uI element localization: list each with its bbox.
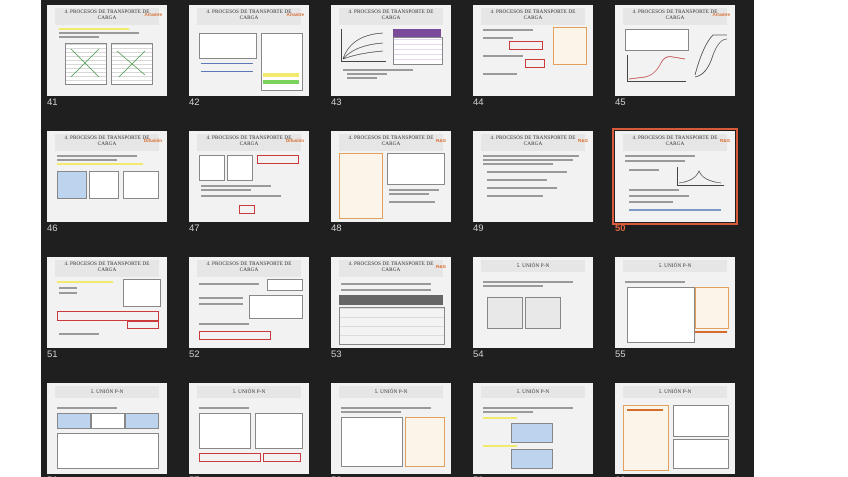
slide-number: 55 [615,349,626,360]
slide-tag: Difusión [286,138,304,143]
slide-tag: Arrastre [286,12,304,17]
slide-thumbnail-41[interactable]: 4. PROCESOS DE TRANSPORTE DE CARGA Arras… [47,5,167,96]
slide-title: 4. PROCESOS DE TRANSPORTE DE CARGA [197,8,301,25]
slide-title: 5. UNIÓN P-N [55,386,159,398]
slide-thumbnail-58[interactable]: 5. UNIÓN P-N [331,383,451,474]
slide-thumbnail-60[interactable]: 5. UNIÓN P-N [615,383,735,474]
slide-title: 4. PROCESOS DE TRANSPORTE DE CARGA [481,8,585,25]
slide-title: 5. UNIÓN P-N [623,386,727,398]
slide-tag: R&G [578,138,588,143]
slide-number: 51 [47,349,58,360]
slide-thumbnail-51[interactable]: 4. PROCESOS DE TRANSPORTE DE CARGA [47,257,167,348]
slide-thumbnail-48[interactable]: 4. PROCESOS DE TRANSPORTE DE CARGA R&G [331,131,451,222]
slide-thumbnail-46[interactable]: 4. PROCESOS DE TRANSPORTE DE CARGA Difus… [47,131,167,222]
slide-thumbnail-56[interactable]: 5. UNIÓN P-N [47,383,167,474]
slide-thumbnail-55[interactable]: 5. UNIÓN P-N [615,257,735,348]
slide-title: 4. PROCESOS DE TRANSPORTE DE CARGA [339,134,443,151]
slide-number: 49 [473,223,484,234]
slide-tag: R&G [436,138,446,143]
slide-thumbnail-45[interactable]: 4. PROCESOS DE TRANSPORTE DE CARGA Arras… [615,5,735,96]
slide-title: 5. UNIÓN P-N [339,386,443,398]
slide-number: 41 [47,97,58,108]
slide-title: 5. UNIÓN P-N [623,260,727,272]
slide-thumbnail-49[interactable]: 4. PROCESOS DE TRANSPORTE DE CARGA R&G [473,131,593,222]
slide-number: 48 [331,223,342,234]
slide-number: 47 [189,223,200,234]
slide-number: 42 [189,97,200,108]
slide-thumbnail-43[interactable]: 4. PROCESOS DE TRANSPORTE DE CARGA [331,5,451,96]
slide-title: 4. PROCESOS DE TRANSPORTE DE CARGA [339,260,443,277]
slide-title: 5. UNIÓN P-N [197,386,301,398]
slide-thumbnail-44[interactable]: 4. PROCESOS DE TRANSPORTE DE CARGA [473,5,593,96]
slide-thumbnail-52[interactable]: 4. PROCESOS DE TRANSPORTE DE CARGA [189,257,309,348]
slide-title: 4. PROCESOS DE TRANSPORTE DE CARGA [197,260,301,277]
slide-number: 45 [615,97,626,108]
slide-number: 44 [473,97,484,108]
slide-number: 46 [47,223,58,234]
slide-title: 4. PROCESOS DE TRANSPORTE DE CARGA [55,260,159,277]
slide-sorter: 4. PROCESOS DE TRANSPORTE DE CARGA Arras… [41,0,754,477]
slide-thumbnail-42[interactable]: 4. PROCESOS DE TRANSPORTE DE CARGA Arras… [189,5,309,96]
slide-thumbnail-50[interactable]: 4. PROCESOS DE TRANSPORTE DE CARGA R&G [612,128,738,225]
slide-title: 5. UNIÓN P-N [481,260,585,272]
slide-thumbnail-54[interactable]: 5. UNIÓN P-N [473,257,593,348]
slide-number-selected: 50 [615,223,626,234]
slide-title: 5. UNIÓN P-N [481,386,585,398]
slide-tag: R&G [436,264,446,269]
slide-number: 54 [473,349,484,360]
slide-number: 52 [189,349,200,360]
slide-title: 4. PROCESOS DE TRANSPORTE DE CARGA [481,134,585,151]
slide-number: 53 [331,349,342,360]
slide-thumbnail-57[interactable]: 5. UNIÓN P-N [189,383,309,474]
slide-number: 43 [331,97,342,108]
slide-thumbnail-47[interactable]: 4. PROCESOS DE TRANSPORTE DE CARGA Difus… [189,131,309,222]
slide-thumbnail-53[interactable]: 4. PROCESOS DE TRANSPORTE DE CARGA R&G [331,257,451,348]
slide-tag: Difusión [144,138,162,143]
slide-thumbnail-59[interactable]: 5. UNIÓN P-N [473,383,593,474]
